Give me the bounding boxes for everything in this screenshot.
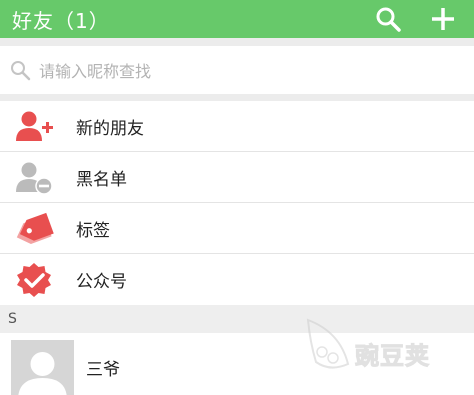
menu-item-official-accounts[interactable]: 公众号 xyxy=(0,254,474,305)
avatar-placeholder-icon xyxy=(18,352,67,395)
menu-item-label: 标签 xyxy=(76,220,110,241)
tag-icon xyxy=(16,212,54,244)
verified-badge-icon xyxy=(17,263,51,297)
plus-icon[interactable] xyxy=(428,4,458,34)
divider xyxy=(0,38,474,46)
menu-item-label: 新的朋友 xyxy=(76,118,144,139)
menu-item-label: 黑名单 xyxy=(76,169,127,190)
menu-item-label: 公众号 xyxy=(76,272,127,292)
menu-item-blacklist[interactable]: 黑名单 xyxy=(0,152,474,203)
blocked-user-icon xyxy=(16,162,53,195)
contact-name: 三爷 xyxy=(86,360,120,380)
divider xyxy=(0,94,474,101)
search-icon[interactable] xyxy=(373,4,403,34)
menu-item-tags[interactable]: 标签 xyxy=(0,203,474,254)
add-user-icon xyxy=(16,111,53,141)
page-title: 好友（1） xyxy=(12,8,110,33)
section-letter: S xyxy=(8,311,17,327)
pea-pod-logo xyxy=(306,318,350,369)
avatar xyxy=(11,340,74,395)
watermark-text: 豌豆荚 xyxy=(355,342,430,371)
search-field[interactable]: 请输入昵称查找 xyxy=(0,46,474,94)
top-bar: 好友（1） xyxy=(0,0,474,38)
search-placeholder: 请输入昵称查找 xyxy=(39,62,152,81)
search-field-icon xyxy=(11,61,31,81)
watermark: 豌豆荚 xyxy=(300,312,470,382)
menu-item-new-friends[interactable]: 新的朋友 xyxy=(0,101,474,152)
